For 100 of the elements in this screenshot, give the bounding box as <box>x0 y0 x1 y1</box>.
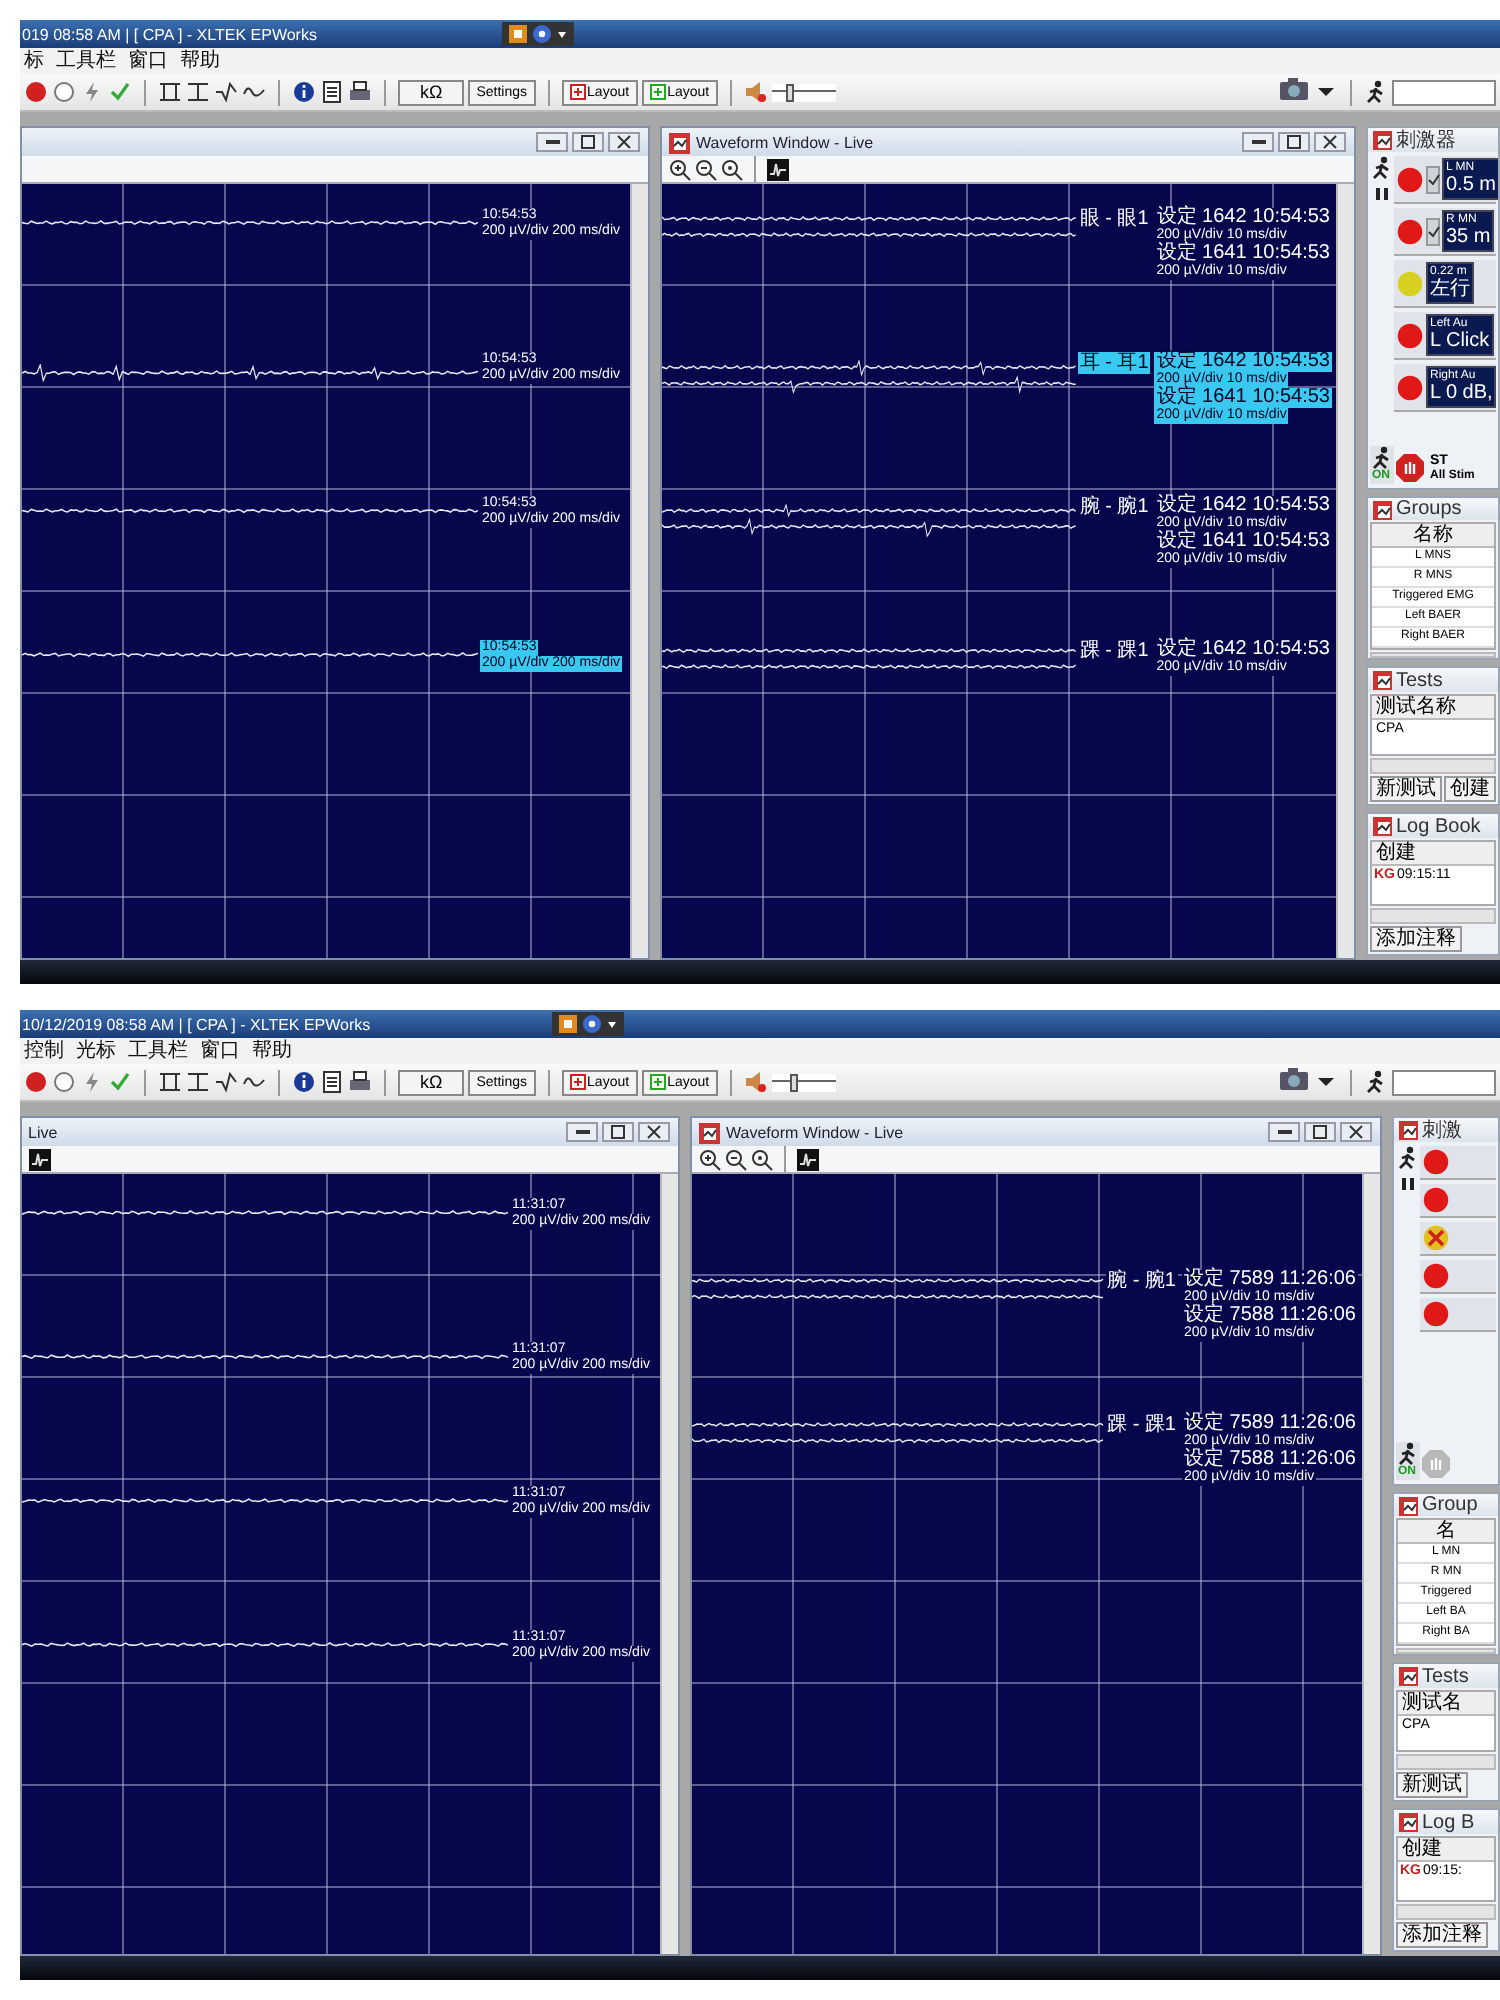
runner-icon[interactable] <box>1395 1146 1419 1170</box>
zoom-in-icon[interactable] <box>698 1147 722 1171</box>
scrollbar[interactable] <box>1362 1174 1380 1954</box>
speaker-icon[interactable] <box>743 80 768 104</box>
slider-thumb[interactable] <box>786 83 795 101</box>
circle-icon[interactable] <box>52 1070 76 1094</box>
record-icon[interactable] <box>24 1070 48 1094</box>
stimulator-button[interactable] <box>1422 1186 1450 1214</box>
waveform-icon[interactable] <box>28 1147 52 1171</box>
scrollbar[interactable] <box>1396 1904 1496 1920</box>
volume-slider[interactable] <box>771 83 836 101</box>
zoom-icon[interactable] <box>750 1147 774 1171</box>
cursor-icon[interactable] <box>158 80 182 104</box>
document-icon[interactable] <box>320 80 344 104</box>
scrollbar[interactable] <box>1396 1754 1496 1770</box>
waveform-icon[interactable] <box>796 1147 820 1171</box>
menu-item[interactable]: 帮助 <box>180 49 220 73</box>
printer-icon[interactable] <box>348 1070 372 1094</box>
minimize-button[interactable] <box>1268 1122 1300 1142</box>
panel-button[interactable]: 新测试 <box>1370 776 1442 802</box>
info-icon[interactable] <box>292 1070 316 1094</box>
zoom-out-icon[interactable] <box>724 1147 748 1171</box>
close-button[interactable] <box>1340 1122 1372 1142</box>
add-note-button[interactable]: 添加注释 <box>1370 926 1462 952</box>
menu-item[interactable]: 帮助 <box>252 1039 292 1063</box>
checkbox[interactable] <box>1426 165 1440 193</box>
close-button[interactable] <box>1314 132 1346 152</box>
document-icon[interactable] <box>320 1070 344 1094</box>
cursor-icon[interactable] <box>214 80 238 104</box>
app-icon[interactable] <box>508 24 528 44</box>
maximize-button[interactable] <box>1304 1122 1336 1142</box>
stimulator-button[interactable] <box>1396 217 1424 245</box>
menu-item[interactable]: 标 <box>24 49 44 73</box>
app-icon[interactable] <box>558 1014 578 1034</box>
menu-item[interactable]: 窗口 <box>200 1039 240 1063</box>
runner-icon[interactable] <box>1364 80 1388 104</box>
menu-item[interactable]: 工具栏 <box>56 49 116 73</box>
cursor-icon[interactable] <box>186 80 210 104</box>
info-icon[interactable] <box>292 80 316 104</box>
column-header: 测试名称 <box>1372 696 1494 720</box>
scrollbar[interactable] <box>1370 652 1496 658</box>
cursor-icon[interactable] <box>158 1070 182 1094</box>
stimulator-fault-button[interactable] <box>1422 1224 1450 1252</box>
minimize-button[interactable] <box>1242 132 1274 152</box>
menu-item[interactable]: 光标 <box>76 1039 116 1063</box>
scrollbar[interactable] <box>1336 184 1354 958</box>
maximize-button[interactable] <box>1278 132 1310 152</box>
stimulator-button[interactable] <box>1396 165 1424 193</box>
stimulator-button[interactable] <box>1422 1262 1450 1290</box>
maximize-button[interactable] <box>572 132 604 152</box>
panel-title: Tests <box>1422 1665 1469 1687</box>
lightning-icon[interactable] <box>80 80 104 104</box>
cursor-icon[interactable] <box>214 1070 238 1094</box>
stimulator-button[interactable] <box>1396 373 1424 401</box>
stop-icon[interactable] <box>1394 452 1426 484</box>
minimize-button[interactable] <box>566 1122 598 1142</box>
maximize-button[interactable] <box>602 1122 634 1142</box>
slider-thumb[interactable] <box>789 1073 798 1091</box>
zoom-in-icon[interactable] <box>668 157 692 181</box>
scrollbar[interactable] <box>630 184 648 958</box>
toolbar-button[interactable]: kΩ <box>398 1069 465 1095</box>
menu-item[interactable]: 控制 <box>24 1039 64 1063</box>
scrollbar[interactable] <box>1370 758 1496 774</box>
lightning-icon[interactable] <box>80 1070 104 1094</box>
input-field[interactable] <box>1392 1069 1496 1095</box>
window-title: Waveform Window - Live <box>696 133 874 151</box>
panel-button[interactable]: 新测试 <box>1396 1772 1468 1798</box>
toolbar-button[interactable]: kΩ <box>398 79 465 105</box>
close-button[interactable] <box>608 132 640 152</box>
speaker-icon[interactable] <box>743 1070 768 1094</box>
scrollbar[interactable] <box>660 1174 678 1954</box>
stimulator-button[interactable] <box>1422 1300 1450 1328</box>
zoom-out-icon[interactable] <box>694 157 718 181</box>
scrollbar[interactable] <box>1396 1648 1496 1654</box>
minimize-button[interactable] <box>536 132 568 152</box>
input-field[interactable] <box>1392 79 1496 105</box>
menu-item[interactable]: 工具栏 <box>128 1039 188 1063</box>
record-icon[interactable] <box>24 80 48 104</box>
check-icon[interactable] <box>108 80 132 104</box>
add-note-button[interactable]: 添加注释 <box>1396 1922 1488 1948</box>
waveform-icon[interactable] <box>766 157 790 181</box>
checkbox[interactable] <box>1426 217 1440 245</box>
cursor-icon[interactable] <box>186 1070 210 1094</box>
panel-button[interactable]: 创建 <box>1444 776 1496 802</box>
runner-icon[interactable] <box>1369 156 1393 180</box>
pause-icon[interactable] <box>1399 1176 1415 1192</box>
volume-slider[interactable] <box>771 1073 836 1091</box>
stimulator-button[interactable] <box>1396 321 1424 349</box>
printer-icon[interactable] <box>348 80 372 104</box>
scrollbar[interactable] <box>1370 908 1496 924</box>
circle-icon[interactable] <box>52 80 76 104</box>
runner-icon[interactable] <box>1369 446 1393 470</box>
runner-icon[interactable] <box>1395 1442 1419 1466</box>
runner-icon[interactable] <box>1364 1070 1388 1094</box>
zoom-icon[interactable] <box>720 157 744 181</box>
menu-item[interactable]: 窗口 <box>128 49 168 73</box>
pause-icon[interactable] <box>1373 186 1389 202</box>
close-button[interactable] <box>638 1122 670 1142</box>
check-icon[interactable] <box>108 1070 132 1094</box>
stimulator-button[interactable] <box>1422 1148 1450 1176</box>
